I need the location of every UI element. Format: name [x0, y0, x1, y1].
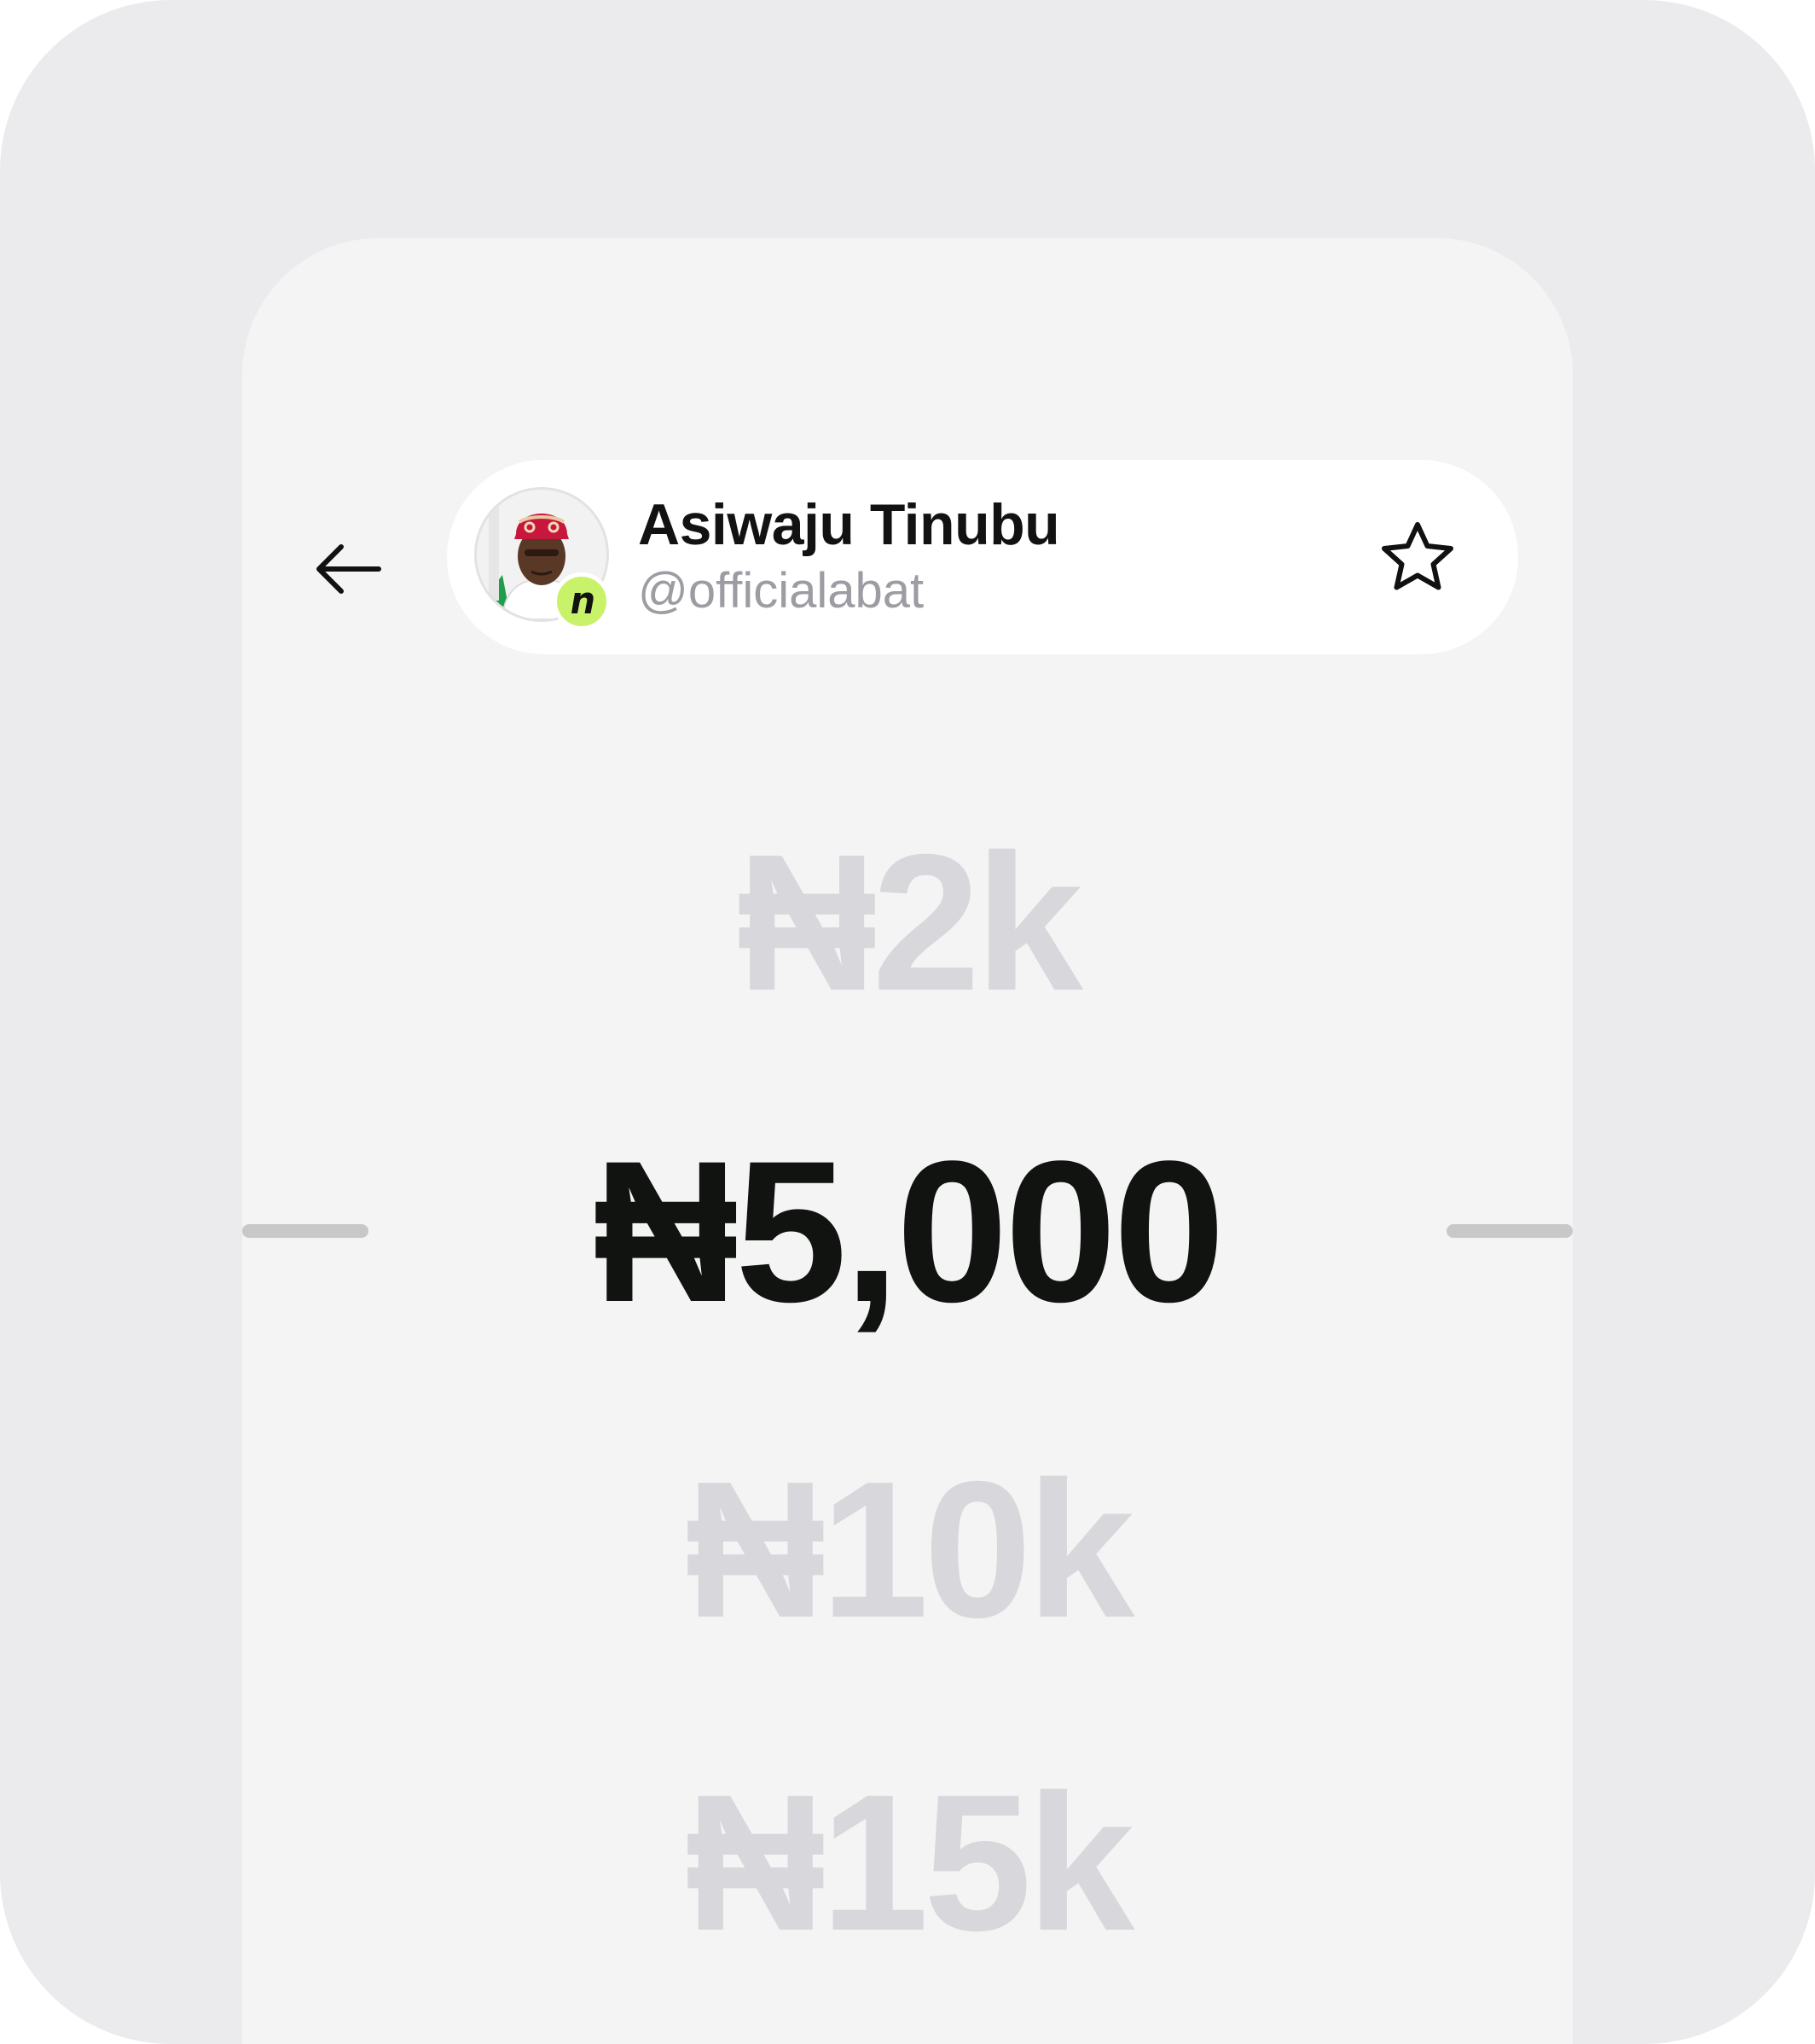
amount-option-10k[interactable]: ₦10k — [242, 1448, 1573, 1652]
amount-option-2k[interactable]: ₦2k — [242, 821, 1573, 1025]
amount-option-selected[interactable]: ₦5,000 — [242, 1125, 1573, 1338]
selection-indicator-right — [1447, 1224, 1573, 1238]
phone-screen: Asiwaju Tinubu @officialabat ₦2k ₦5,000 … — [242, 238, 1573, 2044]
device-frame: Asiwaju Tinubu @officialabat ₦2k ₦5,000 … — [0, 0, 1815, 2044]
amount-option-15k[interactable]: ₦15k — [242, 1761, 1573, 1966]
amount-picker[interactable]: ₦2k ₦5,000 ₦10k ₦15k — [242, 238, 1573, 2044]
